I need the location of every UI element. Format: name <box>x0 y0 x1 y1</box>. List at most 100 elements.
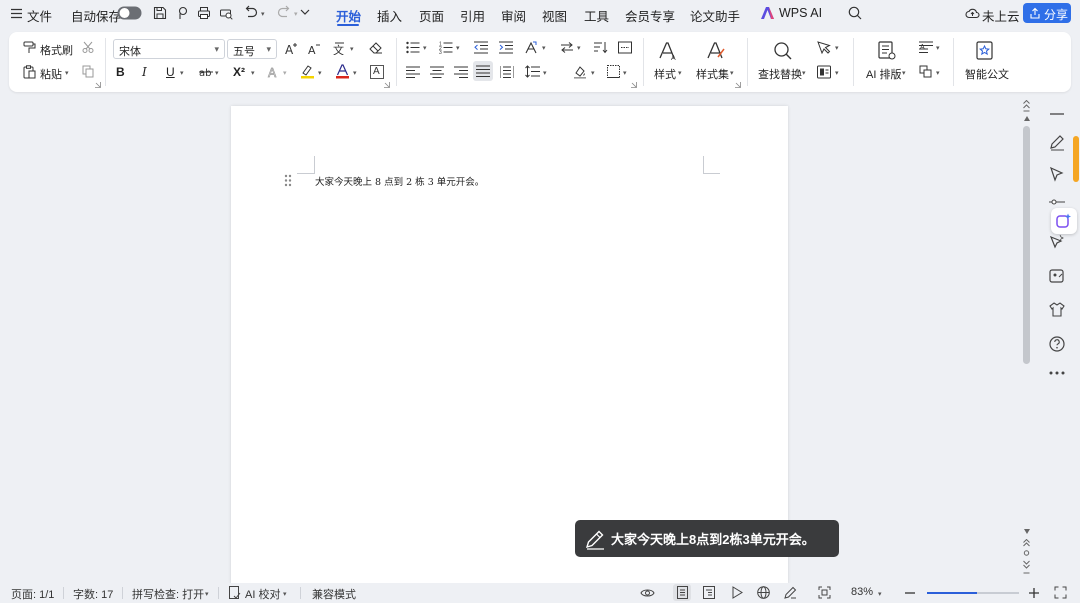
tab-insert[interactable]: 插入 <box>377 6 402 25</box>
format-painter-icon[interactable] <box>23 41 36 54</box>
more-quick-access-icon[interactable] <box>300 8 310 16</box>
line-spacing-icon[interactable] <box>525 65 540 78</box>
character-border-button[interactable]: A <box>370 65 384 79</box>
text-tools-dropdown-icon[interactable]: ▾ <box>835 69 839 77</box>
document-page[interactable]: 大家今天晚上 8 点到 2 栋 3 单元开会。 <box>231 106 788 584</box>
style-dropdown-icon[interactable]: ▾ <box>678 69 682 77</box>
export-pdf-icon[interactable] <box>175 6 189 20</box>
pin-cursor-icon[interactable] <box>1048 234 1066 252</box>
page-indicator[interactable]: 页面: 1/1 <box>11 586 54 602</box>
paste-dropdown-icon[interactable]: ▾ <box>65 69 69 77</box>
ai-proofread-button[interactable]: AI 校对 <box>245 586 280 602</box>
smart-document-icon[interactable] <box>976 41 994 60</box>
cut-icon[interactable] <box>82 41 94 53</box>
zoom-out-icon[interactable] <box>904 587 916 599</box>
text-tools-icon[interactable] <box>817 65 832 79</box>
paragraph-drag-handle-icon[interactable] <box>284 174 292 187</box>
word-count[interactable]: 字数: 17 <box>73 586 113 602</box>
superscript-dropdown-icon[interactable]: ▾ <box>251 69 255 77</box>
decrease-indent-icon[interactable] <box>474 41 488 54</box>
tab-home[interactable]: 开始 <box>336 6 361 25</box>
strikethrough-dropdown-icon[interactable]: ▾ <box>215 69 219 77</box>
underline-button[interactable]: U <box>166 65 175 79</box>
tab-member[interactable]: 会员专享 <box>625 6 675 25</box>
bold-button[interactable]: B <box>116 65 125 79</box>
justify-button[interactable] <box>473 61 493 81</box>
skin-shirt-icon[interactable] <box>1048 301 1066 319</box>
style-set-icon[interactable] <box>706 41 726 61</box>
image-tool-icon[interactable] <box>1048 267 1066 285</box>
save-icon[interactable] <box>153 6 167 20</box>
clear-format-icon[interactable] <box>369 42 383 55</box>
style-set-button[interactable]: 样式集 <box>696 66 729 82</box>
print-icon[interactable] <box>197 6 211 20</box>
style-button[interactable]: 样式 <box>654 66 676 82</box>
share-button[interactable]: 分享 <box>1023 3 1071 23</box>
ai-assistant-button[interactable] <box>1051 208 1077 234</box>
font-color-icon[interactable] <box>335 64 350 79</box>
scroll-arrow-down-icon[interactable] <box>1024 529 1030 534</box>
smart-document-button[interactable]: 智能公文 <box>965 66 1009 82</box>
style-launcher-icon[interactable] <box>735 82 741 88</box>
cloud-icon[interactable] <box>965 7 980 19</box>
tab-review[interactable]: 审阅 <box>501 6 526 25</box>
fullscreen-icon[interactable] <box>1054 586 1067 599</box>
adjust-icon[interactable] <box>1048 199 1066 207</box>
text-effect-icon[interactable]: A <box>267 65 280 78</box>
font-size-select[interactable]: 五号 ▾ <box>227 39 277 59</box>
ai-layout-dropdown-icon[interactable]: ▾ <box>902 69 906 77</box>
font-launcher-icon[interactable] <box>384 82 390 88</box>
select-icon[interactable] <box>817 41 831 54</box>
autosave-toggle[interactable] <box>117 6 142 20</box>
text-effect-dropdown-icon[interactable]: ▾ <box>283 69 287 77</box>
hamburger-menu-icon[interactable] <box>11 8 22 19</box>
help-icon[interactable] <box>1048 335 1066 353</box>
tab-paper-assistant[interactable]: 论文助手 <box>690 6 740 25</box>
highlight-dropdown-icon[interactable]: ▾ <box>318 69 322 77</box>
numbered-list-icon[interactable]: 123 <box>439 41 453 54</box>
font-color-dropdown-icon[interactable]: ▾ <box>353 69 357 77</box>
zoom-dropdown-icon[interactable]: ▾ <box>878 590 882 598</box>
find-replace-button[interactable]: 查找替换 <box>758 66 802 82</box>
fit-page-icon[interactable] <box>818 586 831 599</box>
zoom-slider-track[interactable] <box>927 592 1019 594</box>
page-navigation-icon[interactable] <box>1023 539 1030 575</box>
text-wrap-icon[interactable]: A <box>919 41 933 54</box>
bullet-list-icon[interactable] <box>406 41 420 54</box>
file-menu[interactable]: 文件 <box>27 6 52 25</box>
search-icon[interactable] <box>848 6 862 20</box>
select-dropdown-icon[interactable]: ▾ <box>835 44 839 52</box>
undo-icon[interactable] <box>243 5 258 19</box>
clipboard-launcher-icon[interactable] <box>95 82 101 88</box>
text-wrap-dropdown-icon[interactable]: ▾ <box>936 44 940 52</box>
page-view-button[interactable] <box>673 584 691 601</box>
chinese-layout-icon[interactable] <box>524 41 538 54</box>
tab-references[interactable]: 引用 <box>460 6 485 25</box>
tab-view[interactable]: 视图 <box>542 6 567 25</box>
paste-icon[interactable] <box>23 65 36 79</box>
phonetic-guide-icon[interactable]: 文 <box>333 41 347 55</box>
scroll-up-icon[interactable] <box>1023 100 1030 112</box>
spell-check-status[interactable]: 拼写检查: 打开 <box>132 586 204 602</box>
superscript-button[interactable]: X² <box>233 65 245 79</box>
increase-indent-icon[interactable] <box>499 41 513 54</box>
arrange-dropdown-icon[interactable]: ▾ <box>936 69 940 77</box>
font-name-select[interactable]: 宋体 ▾ <box>113 39 225 59</box>
line-spacing-dropdown-icon[interactable]: ▾ <box>543 69 547 77</box>
sort-icon[interactable] <box>594 41 608 54</box>
redo-dropdown-icon[interactable]: ▾ <box>294 10 298 18</box>
paste-button[interactable]: 粘贴 <box>40 66 62 82</box>
ai-proofread-dropdown-icon[interactable]: ▾ <box>283 590 287 598</box>
zoom-level[interactable]: 83% <box>851 586 873 598</box>
pen-edit-icon[interactable] <box>1048 133 1066 151</box>
eye-protection-icon[interactable] <box>640 587 655 599</box>
borders-dropdown-icon[interactable]: ▾ <box>623 69 627 77</box>
chinese-layout-dropdown-icon[interactable]: ▾ <box>542 44 546 52</box>
side-tab-indicator[interactable] <box>1073 136 1079 182</box>
write-mode-icon[interactable] <box>784 586 797 599</box>
copy-icon[interactable] <box>82 65 94 78</box>
ai-proofread-icon[interactable] <box>229 586 241 600</box>
tab-tools[interactable]: 工具 <box>584 6 609 25</box>
collapse-sidebar-icon[interactable] <box>1048 112 1066 116</box>
spell-check-dropdown-icon[interactable]: ▾ <box>205 590 209 598</box>
